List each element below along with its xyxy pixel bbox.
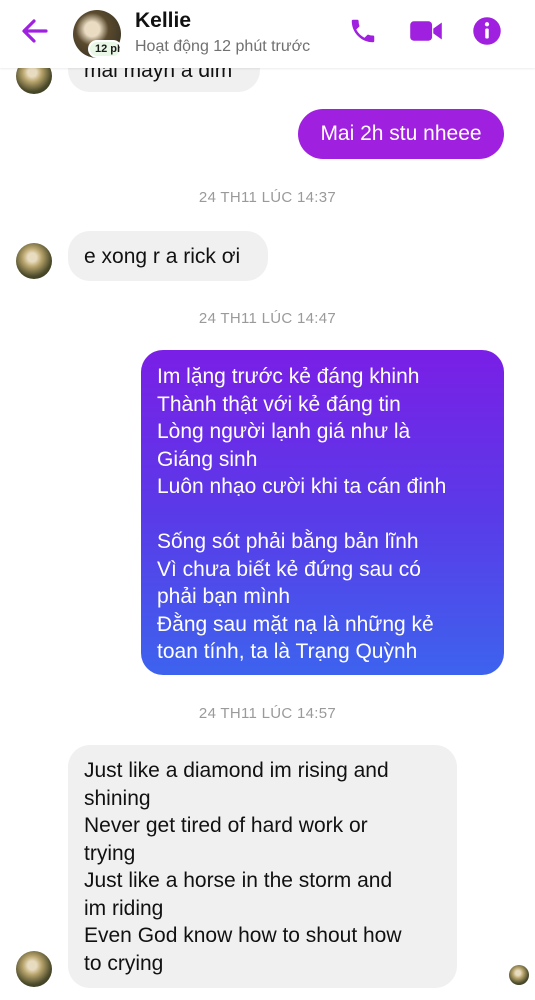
video-camera-icon[interactable] xyxy=(409,16,443,46)
active-time-badge: 12 phút xyxy=(88,40,122,58)
contact-name[interactable]: Kellie xyxy=(135,9,191,33)
timestamp: 24 TH11 LÚC 14:37 xyxy=(198,189,337,206)
seen-receipt-avatar xyxy=(509,965,529,985)
message-outgoing[interactable]: Mai 2h stu nheee xyxy=(298,109,504,159)
back-arrow-icon[interactable] xyxy=(18,14,52,48)
contact-avatar-small xyxy=(16,951,52,987)
timestamp: 24 TH11 LÚC 14:47 xyxy=(198,310,337,327)
phone-icon[interactable] xyxy=(348,16,378,46)
message-incoming[interactable]: Just like a diamond im rising and shinin… xyxy=(68,745,457,988)
message-incoming[interactable]: e xong r a rick ơi xyxy=(68,231,268,281)
chat-header: 12 phút Kellie Hoạt động 12 phút trước xyxy=(0,0,535,68)
timestamp: 24 TH11 LÚC 14:57 xyxy=(198,705,337,722)
contact-avatar-small xyxy=(16,243,52,279)
message-outgoing[interactable]: Im lặng trước kẻ đáng khinh Thành thật v… xyxy=(141,350,504,675)
info-icon[interactable] xyxy=(472,16,502,46)
active-status: Hoạt động 12 phút trước xyxy=(135,38,311,55)
